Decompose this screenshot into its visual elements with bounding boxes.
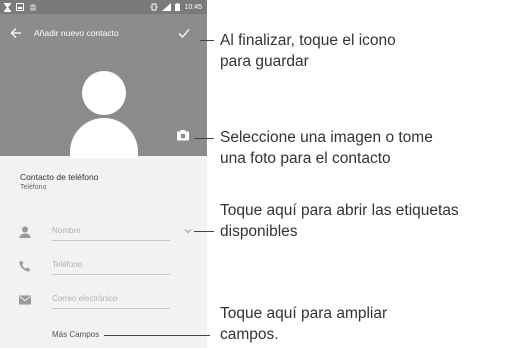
avatar-head	[82, 71, 126, 115]
back-arrow-icon	[10, 28, 21, 38]
name-field[interactable]: Nombre	[52, 222, 170, 241]
status-time: 10:45	[184, 3, 202, 11]
vibrate-icon	[150, 3, 159, 11]
callout-labels-line2: disponibles	[220, 223, 298, 240]
camera-icon[interactable]	[176, 128, 190, 142]
save-button[interactable]	[178, 23, 198, 43]
check-icon	[178, 29, 190, 38]
android-icon	[30, 4, 36, 11]
callout-expand-line2: campos.	[220, 326, 279, 343]
leader-photo	[194, 138, 214, 139]
status-right-icons: 10:45	[150, 2, 202, 12]
email-row: Correo electrónico	[0, 286, 207, 316]
hourglass-icon	[4, 2, 11, 12]
phone-icon	[19, 260, 31, 272]
callout-photo: Seleccione una imagen o tome una foto pa…	[220, 127, 433, 169]
callout-save-line2: para guardar	[220, 53, 309, 70]
account-title: Contacto de teléfono	[20, 172, 99, 182]
person-icon	[19, 226, 31, 238]
callout-labels-line1: Toque aquí para abrir las etiquetas	[220, 202, 459, 219]
phone-field[interactable]: Teléfono	[52, 256, 170, 275]
phone-row: Teléfono	[0, 252, 207, 282]
callout-save-line1: Al finalizar, toque el icono	[220, 32, 396, 49]
callout-expand: Toque aquí para ampliar campos.	[220, 303, 387, 345]
mail-icon	[19, 295, 31, 305]
phone-screen: 10:45 Añadir nuevo contacto Contacto de …	[0, 0, 207, 348]
app-bar-title: Añadir nuevo contacto	[34, 28, 119, 38]
callout-photo-line2: una foto para el contacto	[220, 150, 391, 167]
image-notification-icon	[16, 3, 24, 11]
leader-labels	[194, 231, 214, 232]
callout-expand-line1: Toque aquí para ampliar	[220, 305, 388, 322]
status-bar: 10:45	[0, 0, 207, 14]
avatar-body	[70, 118, 138, 158]
leader-expand	[104, 335, 210, 336]
chevron-down-icon[interactable]	[183, 226, 193, 236]
account-section[interactable]: Contacto de teléfono Teléfono	[20, 172, 98, 193]
signal-icon	[162, 3, 172, 11]
contact-photo-area[interactable]	[0, 66, 207, 158]
callout-save: Al finalizar, toque el icono para guarda…	[220, 30, 396, 72]
name-row: Nombre	[0, 218, 207, 248]
battery-icon	[175, 3, 181, 11]
status-left-icons	[4, 2, 37, 12]
app-bar: Añadir nuevo contacto	[0, 14, 207, 66]
email-field[interactable]: Correo electrónico	[52, 290, 170, 309]
account-subtitle: Teléfono	[20, 184, 47, 191]
callout-photo-line1: Seleccione una imagen o tome	[220, 129, 433, 146]
more-fields-button[interactable]: Más Campos	[52, 329, 99, 341]
callout-labels: Toque aquí para abrir las etiquetas disp…	[220, 200, 459, 242]
back-button[interactable]	[10, 23, 30, 43]
leader-save	[200, 40, 214, 41]
